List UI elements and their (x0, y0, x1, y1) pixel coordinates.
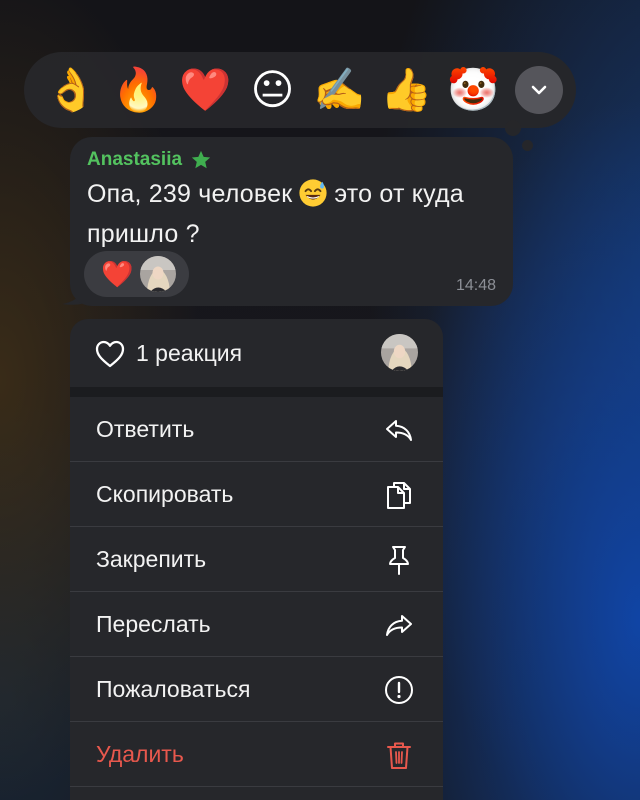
heart-outline-icon (95, 340, 125, 368)
message-text: Опа, 239 человек это от куда пришло ? (87, 177, 497, 251)
menu-item-label: Удалить (96, 741, 184, 767)
copy-icon (387, 482, 411, 509)
reaction-writing-hand[interactable]: ✍️ (306, 52, 373, 128)
picker-tail-dot-small (522, 140, 533, 151)
picker-tail-dot (505, 120, 521, 136)
menu-item-label: Ответить (96, 416, 195, 442)
menu-item-reply[interactable]: Ответить (70, 397, 443, 462)
menu-section-separator (70, 387, 443, 397)
reactions-summary[interactable]: 1 реакция (70, 319, 443, 387)
reaction-neutral-face[interactable]: 😐 (239, 52, 306, 128)
menu-item-label: Скопировать (96, 481, 234, 507)
sender-name[interactable]: Anastasiia (87, 149, 182, 171)
reaction-ok-hand[interactable]: 👌 (38, 52, 105, 128)
expand-reactions-button[interactable] (515, 66, 563, 114)
menu-item-pin[interactable]: Закрепить (70, 527, 443, 592)
menu-item-label: Переслать (96, 611, 211, 637)
menu-item-report[interactable]: Пожаловаться (70, 657, 443, 722)
menu-item-label: Пожаловаться (96, 676, 251, 702)
reactor-avatar (140, 256, 176, 292)
pin-icon (389, 546, 409, 575)
reply-icon (386, 420, 412, 441)
reaction-clown[interactable]: 🤡 (440, 52, 507, 128)
reactor-avatar (381, 334, 418, 371)
forward-icon (386, 615, 412, 636)
message-time: 14:48 (455, 277, 496, 294)
reaction-picker: 👌 🔥 ❤️ 😐 ✍️ 👍 🤡 (24, 52, 576, 128)
reaction-chip-heart: ❤️ (101, 259, 134, 289)
menu-item-delete[interactable]: Удалить (70, 722, 443, 787)
message-text-part1: Опа, 239 человек (87, 180, 293, 208)
message-bubble[interactable]: Anastasiia Опа, 239 человек это от куда … (70, 137, 513, 306)
menu-item-copy[interactable]: Скопировать (70, 462, 443, 527)
reaction-thumbs-up[interactable]: 👍 (373, 52, 440, 128)
reaction-heart[interactable]: ❤️ (172, 52, 239, 128)
sweat-smile-icon (299, 179, 327, 207)
chevron-down-icon (531, 85, 547, 95)
message-text-line2: пришло ? (87, 220, 200, 248)
trash-icon (387, 742, 411, 769)
message-text-part2: это от куда (334, 180, 464, 208)
sender-row: Anastasiia (87, 149, 212, 171)
menu-item-forward[interactable]: Переслать (70, 592, 443, 657)
menu-item-label: Закрепить (96, 546, 207, 572)
report-icon (385, 676, 413, 704)
context-menu: 1 реакция Ответить Скопировать Закрепить… (70, 319, 443, 800)
menu-divider (70, 786, 443, 787)
reaction-chip[interactable]: ❤️ (84, 251, 189, 297)
reactions-count-label: 1 реакция (136, 340, 243, 366)
reaction-fire[interactable]: 🔥 (105, 52, 172, 128)
message-emoji (298, 178, 328, 217)
star-icon (191, 150, 211, 169)
